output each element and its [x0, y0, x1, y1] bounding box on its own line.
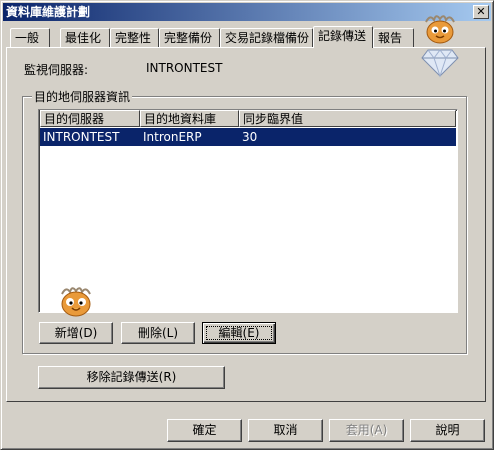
penguin-head-icon	[56, 284, 96, 318]
cell-destination-database: IntronERP	[143, 130, 202, 144]
tab-integrity[interactable]: 完整性	[110, 28, 159, 47]
cell-sync-threshold: 30	[242, 130, 258, 144]
monitor-server-label: 監視伺服器:	[24, 63, 89, 77]
apply-button[interactable]: 套用(A)	[329, 419, 404, 442]
tab-log-shipping[interactable]: 記錄傳送	[313, 26, 373, 48]
remove-log-shipping-button[interactable]: 移除記錄傳送(R)	[38, 366, 225, 389]
monitor-server-value: INTRONTEST	[146, 61, 223, 75]
focus-rect	[206, 326, 272, 340]
close-button[interactable]: ✕	[473, 5, 489, 19]
penguin-with-diamond-icon	[420, 12, 460, 78]
cancel-button[interactable]: 取消	[248, 419, 323, 442]
tab-optimization[interactable]: 最佳化	[60, 28, 110, 47]
add-button[interactable]: 新增(D)	[39, 322, 113, 344]
tab-transaction-log-backup[interactable]: 交易記錄檔備份	[220, 28, 313, 47]
help-button[interactable]: 說明	[410, 419, 485, 442]
column-header-destination-database[interactable]: 目的地資料庫	[140, 110, 239, 127]
edit-button[interactable]: 編輯(E)	[202, 322, 276, 344]
tab-full-backup[interactable]: 完整備份	[159, 28, 220, 47]
tab-report[interactable]: 報告	[373, 28, 414, 47]
ok-button[interactable]: 確定	[167, 419, 242, 442]
column-header-sync-threshold[interactable]: 同步臨界值	[239, 110, 456, 127]
table-row[interactable]: INTRONTEST IntronERP 30	[40, 128, 456, 146]
delete-button[interactable]: 刪除(L)	[121, 322, 195, 344]
title-bar: 資料庫維護計劃	[3, 3, 491, 21]
cell-destination-server: INTRONTEST	[43, 130, 120, 144]
window-title: 資料庫維護計劃	[6, 5, 91, 19]
close-icon: ✕	[476, 5, 486, 18]
column-header-destination-server[interactable]: 目的伺服器	[40, 110, 140, 127]
group-title: 目的地伺服器資訊	[32, 88, 133, 105]
tab-general[interactable]: 一般	[10, 28, 50, 47]
